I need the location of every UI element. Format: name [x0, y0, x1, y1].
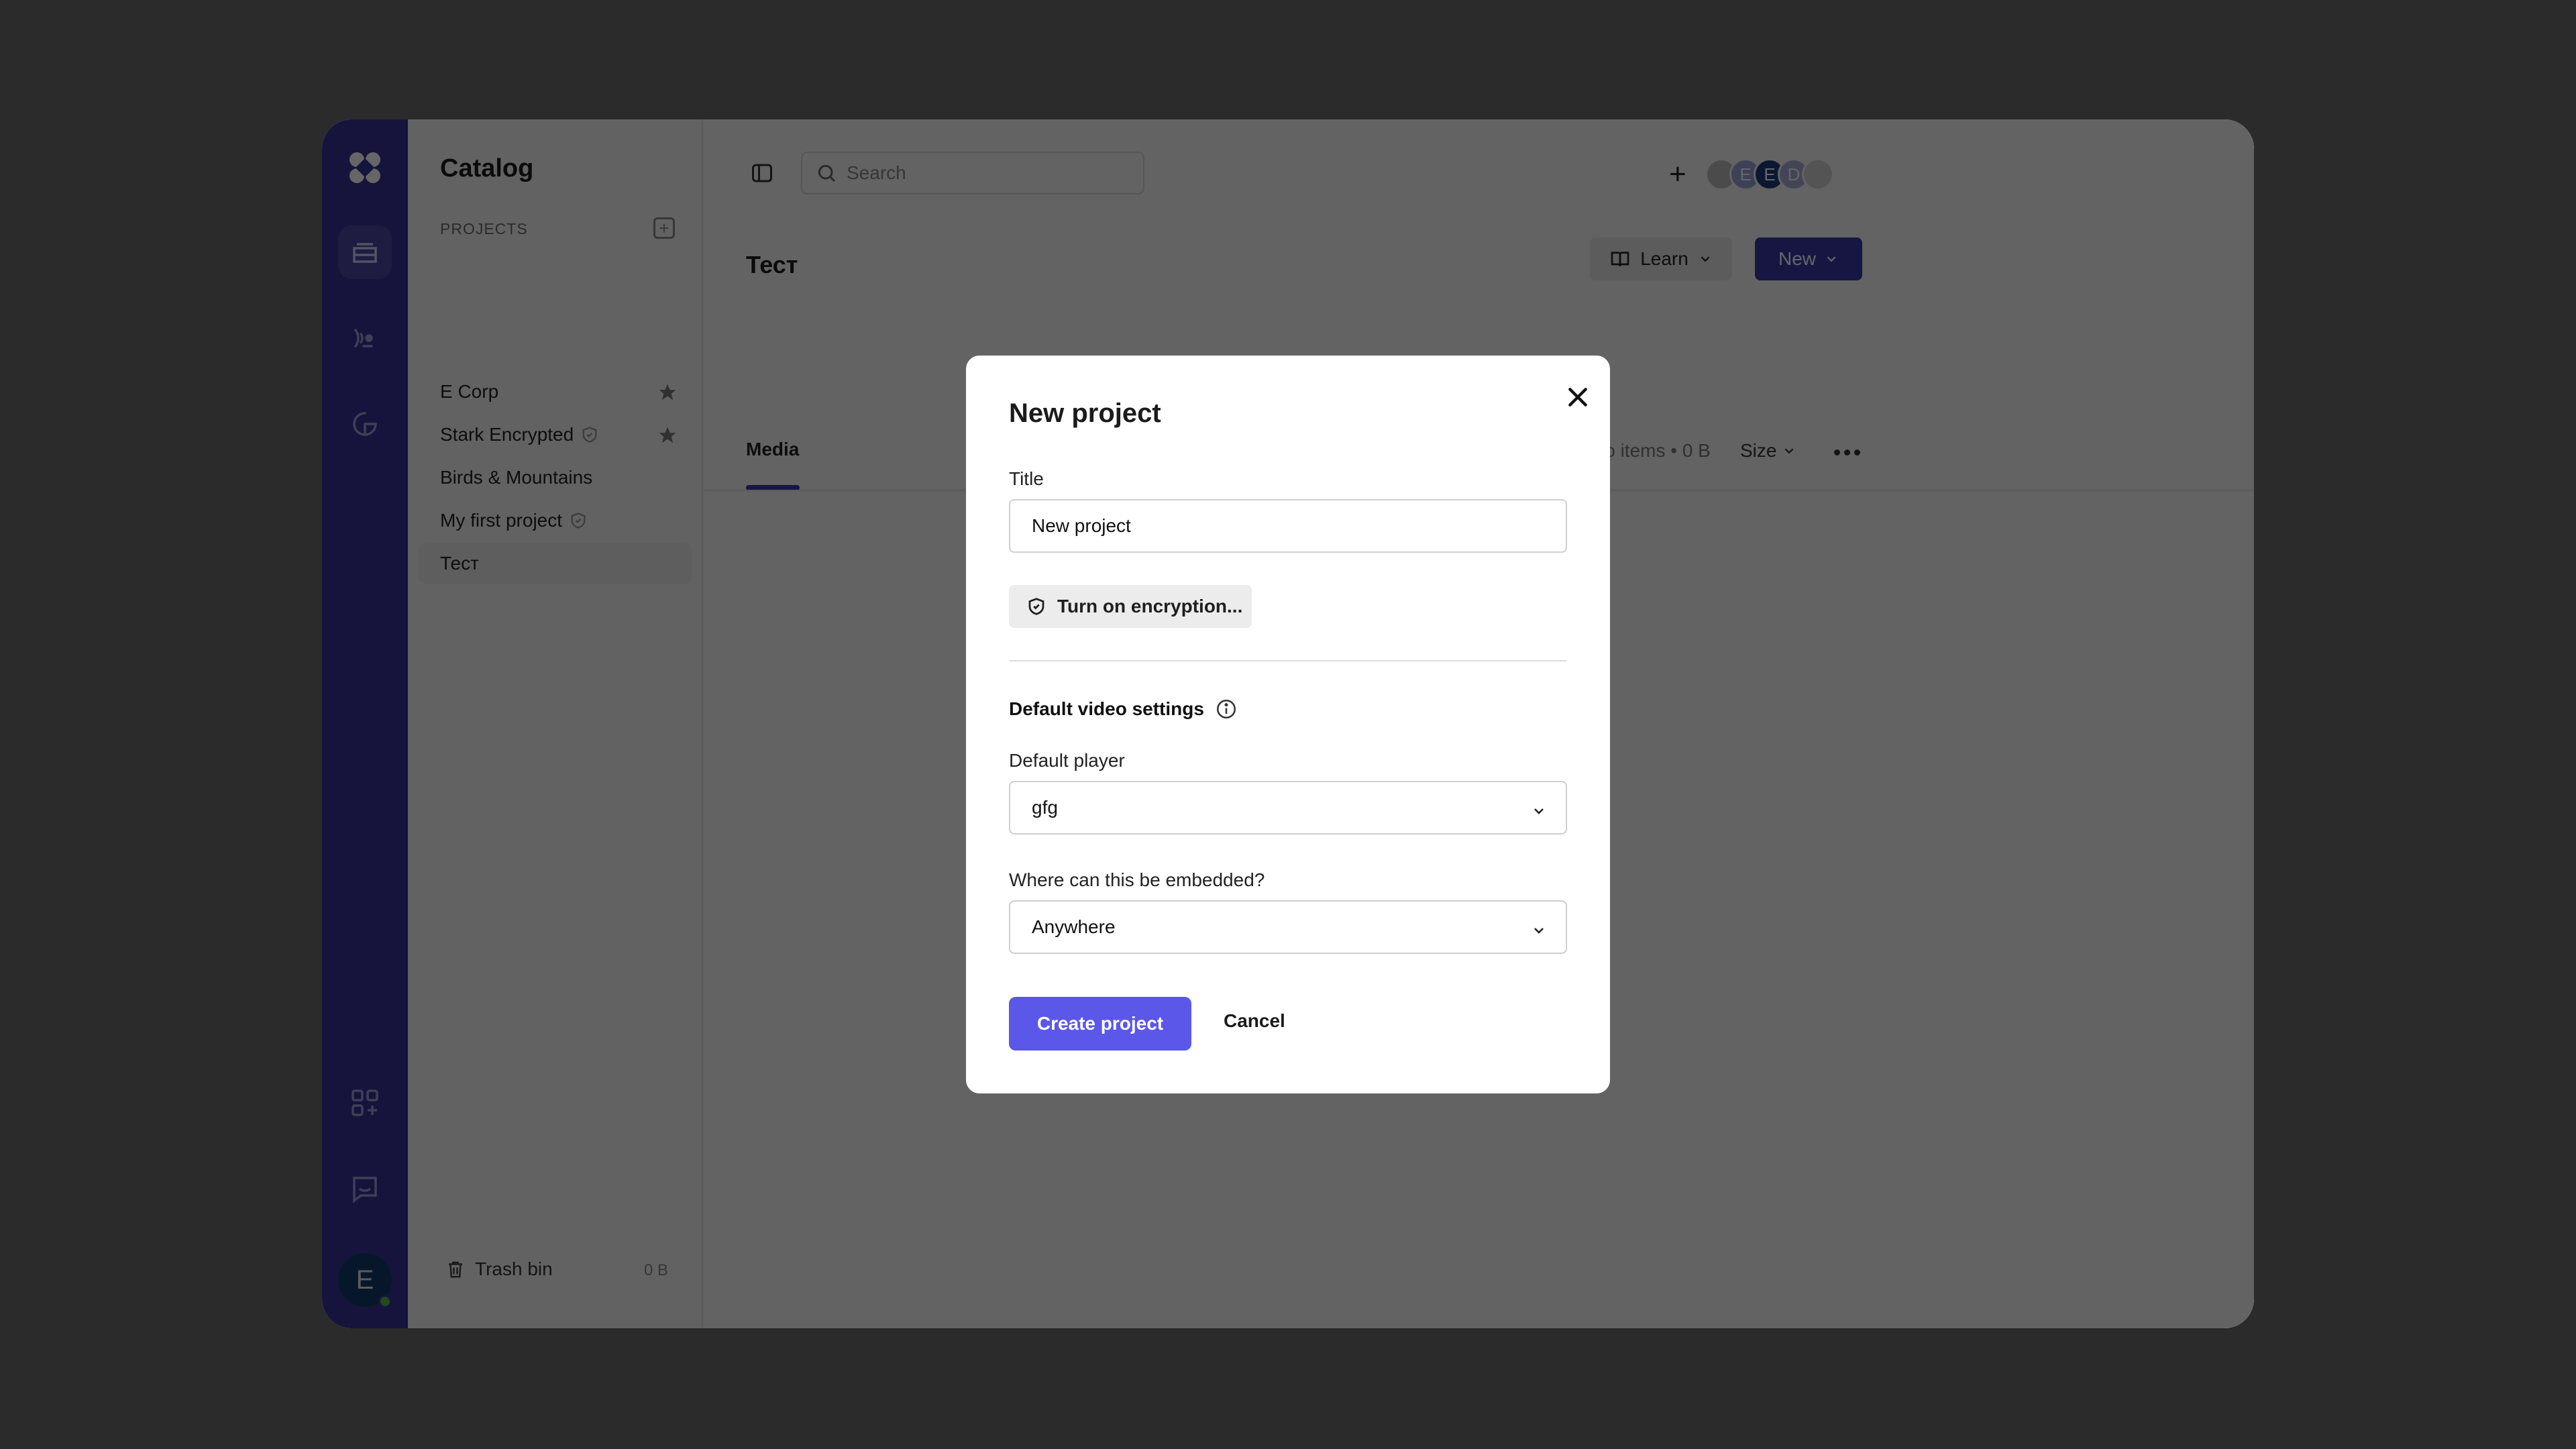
- turn-on-encryption-button[interactable]: Turn on encryption...: [1009, 585, 1252, 628]
- projects-icon[interactable]: [338, 225, 392, 279]
- page-title: Тест: [746, 251, 798, 278]
- live-icon[interactable]: [338, 311, 392, 365]
- embed-label: Where can this be embedded?: [1009, 869, 1265, 890]
- sidebar-item-birds-mountains[interactable]: Birds & Mountains: [419, 458, 692, 498]
- video-settings-label: Default video settings: [1009, 698, 1204, 719]
- new-button[interactable]: New: [1755, 237, 1862, 280]
- search-icon: [818, 164, 836, 182]
- feedback-icon[interactable]: [338, 1162, 392, 1216]
- nav-rail: E: [322, 119, 408, 1328]
- sidebar-item-label: Тест: [440, 553, 479, 574]
- default-player-value: gfg: [1032, 797, 1058, 818]
- shield-icon: [580, 425, 599, 444]
- chevron-down-icon: [1785, 448, 1794, 454]
- sort-dropdown[interactable]: Size: [1740, 440, 1796, 462]
- chevron-down-icon: [1827, 256, 1836, 262]
- integrations-icon[interactable]: [338, 1076, 392, 1130]
- new-project-dialog: New project Title New project Turn on en…: [966, 356, 1610, 1093]
- learn-button[interactable]: Learn: [1590, 237, 1732, 280]
- default-player-label: Default player: [1009, 750, 1125, 771]
- presence-indicator: [378, 1295, 392, 1308]
- logo-icon[interactable]: [338, 141, 392, 195]
- sort-label: Size: [1740, 440, 1777, 461]
- embed-value: Anywhere: [1032, 916, 1116, 937]
- search-input[interactable]: Search: [801, 152, 1144, 195]
- info-icon[interactable]: [1215, 698, 1238, 720]
- sidebar-item-my-first-project[interactable]: My first project: [419, 500, 692, 541]
- sidebar-item-test[interactable]: Тест: [419, 543, 692, 584]
- trash-label: Trash bin: [475, 1258, 553, 1279]
- collaborator-avatars[interactable]: E E D: [1705, 158, 1834, 191]
- more-options-icon[interactable]: [1834, 449, 1860, 455]
- sidebar-item-label: Birds & Mountains: [440, 467, 593, 488]
- avatar: [1802, 158, 1834, 191]
- toggle-sidebar-icon[interactable]: [750, 161, 774, 189]
- dialog-title: New project: [1009, 398, 1161, 428]
- trash-icon: [449, 1261, 462, 1278]
- chevron-down-icon: [1531, 802, 1547, 824]
- book-icon: [1611, 252, 1629, 266]
- close-icon[interactable]: [1560, 380, 1595, 415]
- default-video-settings-heading: Default video settings: [1009, 698, 1238, 720]
- chevron-down-icon: [1701, 256, 1710, 262]
- sidebar-item-label: My first project: [440, 510, 563, 531]
- search-placeholder: Search: [847, 162, 906, 183]
- trash-size: 0 B: [643, 1261, 668, 1279]
- sidebar-item-label: E Corp: [440, 381, 499, 402]
- sidebar-item-stark-encrypted[interactable]: Stark Encrypted: [419, 415, 692, 455]
- new-label: New: [1778, 248, 1816, 269]
- analytics-icon[interactable]: [338, 397, 392, 451]
- invite-plus-icon[interactable]: +: [1669, 160, 1686, 189]
- learn-label: Learn: [1640, 248, 1688, 269]
- shield-icon: [569, 511, 588, 530]
- sidebar-title: Catalog: [440, 154, 534, 182]
- cancel-button[interactable]: Cancel: [1224, 1010, 1285, 1032]
- default-player-select[interactable]: gfg: [1009, 781, 1567, 835]
- projects-section-label: PROJECTS: [440, 220, 528, 237]
- chevron-down-icon: [1531, 922, 1547, 943]
- sidebar-item-e-corp[interactable]: E Corp: [419, 372, 692, 412]
- tab-media[interactable]: Media: [746, 439, 799, 460]
- title-label: Title: [1009, 468, 1044, 489]
- create-project-button[interactable]: Create project: [1009, 997, 1191, 1051]
- shield-check-icon: [1028, 598, 1044, 615]
- star-icon[interactable]: [657, 382, 678, 407]
- title-input[interactable]: New project: [1009, 499, 1567, 553]
- sidebar-item-label: Stark Encrypted: [440, 424, 574, 445]
- trash-bin-link[interactable]: Trash bin: [445, 1258, 553, 1280]
- add-project-icon[interactable]: +: [653, 217, 675, 239]
- project-sidebar: Catalog PROJECTS + E Corp Stark Encrypte…: [408, 119, 703, 1328]
- embed-select[interactable]: Anywhere: [1009, 900, 1567, 954]
- encryption-label: Turn on encryption...: [1057, 596, 1243, 616]
- star-icon[interactable]: [657, 425, 678, 450]
- section-divider: [1009, 660, 1567, 661]
